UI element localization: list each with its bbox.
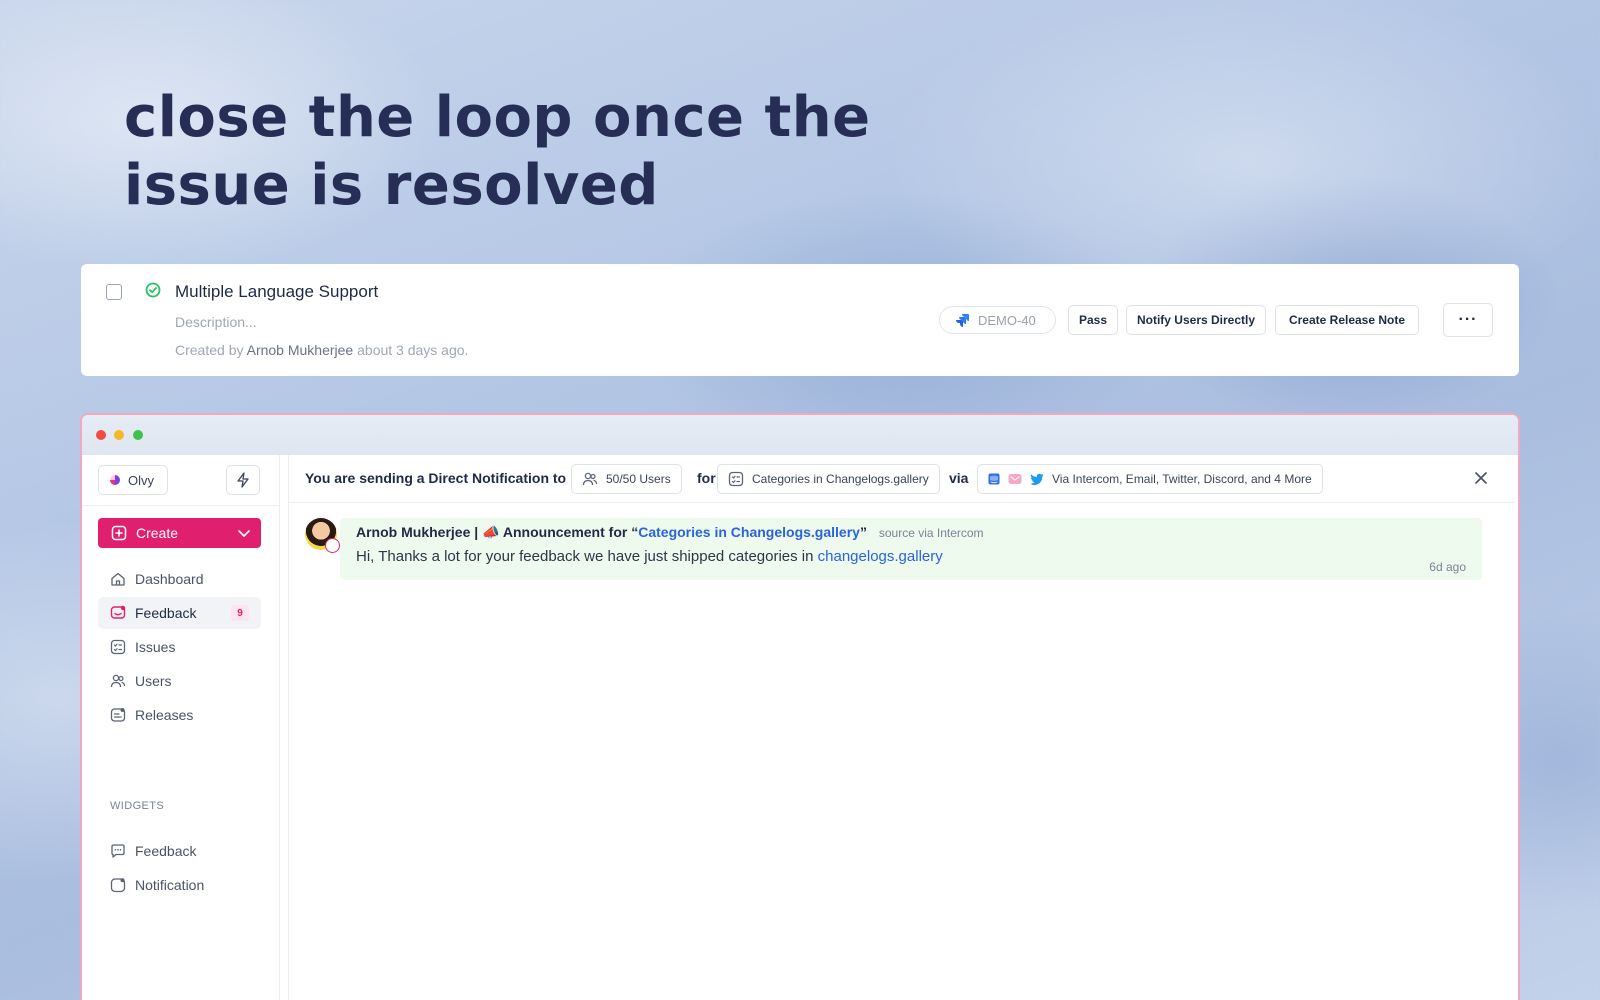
created-prefix: Created by	[175, 342, 244, 358]
pass-button[interactable]: Pass	[1068, 305, 1118, 335]
email-icon	[1008, 474, 1022, 484]
issues-icon	[728, 471, 744, 487]
home-icon	[111, 572, 125, 586]
feedback-count-badge: 9	[231, 605, 249, 621]
window-titlebar	[82, 415, 1518, 455]
create-button[interactable]: Create	[98, 518, 261, 548]
sidebar: Olvy Create Dashboard Feedback 9 Issues …	[82, 455, 280, 1000]
announce-suffix: ”	[859, 524, 867, 540]
main-panel: You are sending a Direct Notification to…	[288, 455, 1515, 1000]
message-header: Arnob Mukherjee | 📣 Announcement for “Ca…	[356, 524, 984, 541]
sidebar-divider	[82, 505, 280, 506]
plus-square-icon	[111, 525, 127, 541]
releases-icon	[110, 708, 126, 722]
announce-link[interactable]: Categories in Changelogs.gallery	[638, 524, 860, 540]
users-icon	[110, 674, 126, 688]
jira-icon	[956, 314, 969, 327]
feedback-icon	[110, 605, 126, 619]
sidebar-item-releases[interactable]: Releases	[98, 699, 261, 731]
intercom-icon	[988, 473, 1000, 485]
ticket-pill[interactable]: DEMO-40	[939, 306, 1056, 334]
hero-line-2: issue is resolved	[124, 153, 659, 218]
workspace-switcher[interactable]: Olvy	[98, 465, 168, 495]
issue-author: Arnob Mukherjee	[246, 342, 354, 358]
message-bubble: Arnob Mukherjee | 📣 Announcement for “Ca…	[340, 518, 1482, 580]
via-word: via	[949, 470, 969, 486]
issue-title[interactable]: Multiple Language Support	[175, 282, 378, 302]
quick-actions-button[interactable]	[226, 465, 260, 495]
direct-notification-bar: You are sending a Direct Notification to…	[289, 455, 1515, 503]
hero-line-1: close the loop once the	[124, 85, 871, 150]
message-link[interactable]: changelogs.gallery	[818, 548, 943, 565]
notification-lead: You are sending a Direct Notification to	[305, 470, 567, 486]
sidebar-widget-notification[interactable]: Notification	[98, 869, 261, 901]
users-count: 50/50 Users	[606, 472, 671, 486]
issues-icon	[110, 639, 126, 655]
channels-text: Via Intercom, Email, Twitter, Discord, a…	[1052, 472, 1312, 486]
close-window-dot[interactable]	[96, 430, 106, 440]
megaphone-icon: 📣	[482, 524, 500, 540]
sidebar-item-label: Issues	[135, 639, 176, 655]
notification-icon	[110, 878, 126, 893]
workspace-logo-icon	[110, 475, 120, 485]
check-circle-icon	[145, 282, 161, 298]
chevron-down-icon[interactable]	[237, 526, 251, 540]
create-label: Create	[136, 525, 179, 541]
sidebar-item-label: Users	[135, 673, 172, 689]
category-name: Categories in Changelogs.gallery	[752, 472, 929, 486]
maximize-window-dot[interactable]	[133, 430, 143, 440]
issue-description[interactable]: Description...	[175, 314, 257, 330]
more-options-button[interactable]: ···	[1443, 303, 1493, 337]
message-text: Hi, Thanks a lot for your feedback we ha…	[356, 548, 814, 565]
sidebar-item-dashboard[interactable]: Dashboard	[98, 563, 261, 595]
issue-checkbox[interactable]	[106, 284, 122, 300]
hero-heading: close the loop once the issue is resolve…	[124, 84, 884, 220]
message-author: Arnob Mukherjee	[356, 524, 471, 540]
notify-users-button[interactable]: Notify Users Directly	[1126, 305, 1266, 335]
avatar	[305, 518, 340, 553]
sidebar-item-label: Dashboard	[135, 571, 204, 587]
app-window: Olvy Create Dashboard Feedback 9 Issues …	[80, 413, 1520, 1000]
for-word: for	[697, 470, 716, 486]
announce-prefix: Announcement for “	[502, 524, 639, 540]
sidebar-item-label: Feedback	[135, 843, 197, 859]
users-chip[interactable]: 50/50 Users	[571, 464, 682, 494]
widgets-heading: WIDGETS	[110, 800, 165, 812]
channel-badge-icon	[325, 538, 340, 553]
sidebar-item-label: Releases	[135, 707, 194, 723]
close-icon[interactable]	[1473, 470, 1489, 486]
channels-chip[interactable]: Via Intercom, Email, Twitter, Discord, a…	[977, 464, 1323, 494]
twitter-icon	[1030, 473, 1044, 485]
sidebar-item-label: Notification	[135, 877, 205, 893]
sidebar-item-users[interactable]: Users	[98, 665, 261, 697]
issue-meta: Created by Arnob Mukherjee about 3 days …	[175, 342, 468, 358]
users-icon	[582, 472, 598, 486]
message-separator: |	[474, 524, 479, 540]
message-source: source via Intercom	[878, 526, 984, 540]
sidebar-widget-feedback[interactable]: Feedback	[98, 835, 261, 867]
sidebar-item-label: Feedback	[135, 605, 197, 621]
create-release-note-button[interactable]: Create Release Note	[1275, 305, 1419, 335]
ticket-id: DEMO-40	[978, 312, 1036, 328]
created-suffix: about 3 days ago.	[357, 342, 469, 358]
sidebar-item-feedback[interactable]: Feedback 9	[98, 597, 261, 629]
message-timestamp: 6d ago	[1429, 560, 1466, 574]
category-chip[interactable]: Categories in Changelogs.gallery	[717, 464, 940, 494]
chat-bubble-icon	[111, 844, 125, 858]
minimize-window-dot[interactable]	[114, 430, 124, 440]
issue-card: Multiple Language Support Description...…	[81, 264, 1519, 376]
workspace-name: Olvy	[128, 472, 154, 488]
message-body: Hi, Thanks a lot for your feedback we ha…	[356, 548, 943, 565]
bolt-icon	[237, 472, 249, 488]
sidebar-item-issues[interactable]: Issues	[98, 631, 261, 663]
